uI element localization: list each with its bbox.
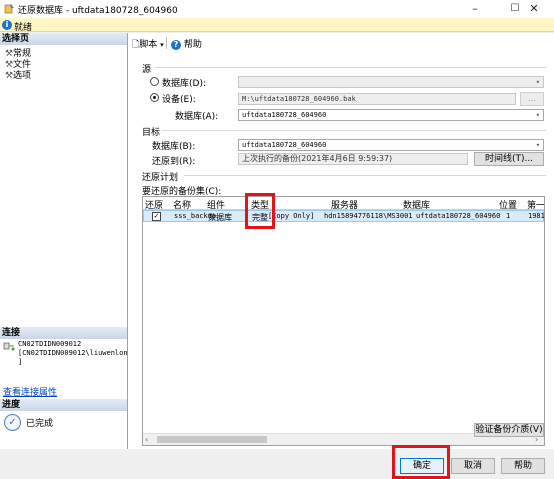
cell-position: 1 xyxy=(506,212,511,220)
cancel-button[interactable]: 取消 xyxy=(451,458,495,474)
backup-sets-grid[interactable]: 还原 名称 组件 类型 服务器 数据库 位置 第一 ✓ sss_backup 数… xyxy=(142,196,545,446)
toolbar-separator xyxy=(166,37,167,49)
chevron-down-icon: ▾ xyxy=(535,141,540,149)
device-radio-label: 设备(E): xyxy=(162,95,196,105)
connection-line-3: ] xyxy=(18,358,23,366)
connection-header: 连接 xyxy=(0,327,127,339)
scroll-left-icon[interactable]: ‹ xyxy=(145,435,148,444)
source-database-dropdown[interactable]: ▾ xyxy=(238,76,544,88)
help-label: 帮助 xyxy=(183,40,202,50)
device-radio[interactable] xyxy=(150,93,159,102)
page-label: 选项 xyxy=(13,71,32,81)
info-icon: i xyxy=(2,20,12,30)
status-bar: i 就绪 xyxy=(0,18,554,33)
cell-first: 1981 xyxy=(528,212,545,220)
title-bar: 还原数据库 - uftdata180728_604960 – ☐ ✕ xyxy=(0,0,554,18)
restore-checkbox[interactable]: ✓ xyxy=(152,212,161,221)
restore-plan-label: 还原计划 xyxy=(142,173,179,183)
cell-component: 数据库 xyxy=(208,213,232,222)
database-radio[interactable] xyxy=(150,77,159,86)
main-panel: 🗋脚本 ▾ ? 帮助 源 数据库(D): ▾ 设备(E): M:\uftdata… xyxy=(128,33,554,449)
status-text: 就绪 xyxy=(14,23,33,33)
plan-divider xyxy=(184,175,546,176)
restore-to-label: 还原到(R): xyxy=(152,157,196,167)
verify-backup-media-button[interactable]: 验证备份介质(V) xyxy=(474,423,544,437)
server-connection-icon xyxy=(3,342,15,351)
left-pane: 选择页 ⚒常规 ⚒文件 ⚒选项 连接 CN02TDIDN009012 [CN02… xyxy=(0,33,132,449)
restore-db-icon xyxy=(4,4,14,14)
script-button[interactable]: 🗋脚本 ▾ xyxy=(132,37,164,53)
page-item-options[interactable]: ⚒选项 xyxy=(5,68,31,81)
wrench-icon: ⚒ xyxy=(5,71,14,81)
chevron-down-icon: ▾ xyxy=(535,78,540,86)
minimize-button[interactable]: – xyxy=(455,0,495,18)
ok-button-highlight xyxy=(392,445,450,479)
connection-line-2: [CN02TDIDN009012\liuwenlong xyxy=(18,349,132,357)
device-path-field[interactable]: M:\uftdata180728_604960.bak xyxy=(238,93,516,105)
window-title: 还原数据库 - uftdata180728_604960 xyxy=(18,6,178,16)
type-column-highlight xyxy=(245,193,275,229)
help-toolbar-button[interactable]: ? 帮助 xyxy=(171,37,202,50)
source-db-select[interactable]: uftdata180728_604960 ▾ xyxy=(238,109,544,121)
target-group-label: 目标 xyxy=(142,128,161,138)
progress-status: 已完成 xyxy=(26,419,54,429)
dialog-footer: 确定 取消 帮助 xyxy=(0,445,554,479)
timeline-button[interactable]: 时间线(T)... xyxy=(474,152,544,166)
connection-line-1: CN02TDIDN009012 xyxy=(18,340,82,348)
chevron-down-icon: ▾ xyxy=(535,111,540,119)
script-label: 脚本 xyxy=(139,40,158,50)
target-database-label: 数据库(B): xyxy=(152,142,196,152)
cell-database: uftdata180728_604960 xyxy=(416,212,501,220)
scroll-thumb[interactable] xyxy=(157,436,267,443)
target-db-value: uftdata180728_604960 xyxy=(242,141,327,149)
checkmark-icon: ✓ xyxy=(4,414,21,431)
source-db-value: uftdata180728_604960 xyxy=(242,111,327,119)
restore-to-field: 上次执行的备份(2021年4月6日 9:59:37) xyxy=(238,153,468,165)
browse-button[interactable]: ... xyxy=(520,92,544,106)
select-page-header: 选择页 xyxy=(0,33,127,45)
source-database-label: 数据库(A): xyxy=(175,112,219,122)
target-divider xyxy=(162,130,546,131)
target-database-combo[interactable]: uftdata180728_604960 ▾ xyxy=(238,139,544,151)
close-button[interactable]: ✕ xyxy=(514,0,554,18)
table-row[interactable]: ✓ sss_backup 数据库 完整 [Copy Only] hdn15894… xyxy=(143,210,544,222)
chevron-down-icon: ▾ xyxy=(160,41,164,49)
database-radio-label: 数据库(D): xyxy=(162,79,206,89)
cell-server: hdn15894776118\MS3001 xyxy=(324,212,413,220)
source-group-label: 源 xyxy=(142,65,152,75)
view-connection-properties-link[interactable]: 查看连接属性 xyxy=(3,385,57,398)
help-button[interactable]: 帮助 xyxy=(501,458,545,474)
source-divider xyxy=(154,67,546,68)
progress-header: 进度 xyxy=(0,399,127,411)
help-icon: ? xyxy=(171,40,181,50)
